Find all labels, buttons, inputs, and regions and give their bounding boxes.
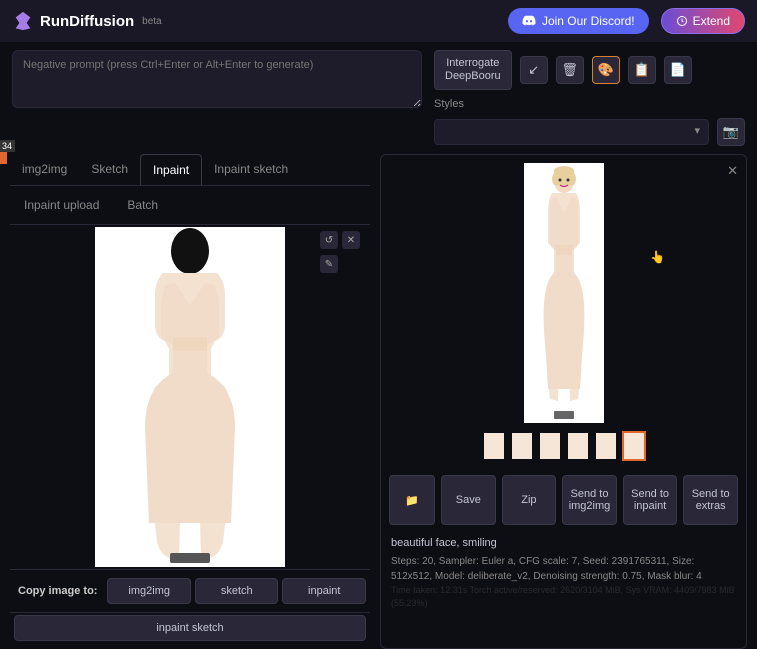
tab-inpaint[interactable]: Inpaint [140,154,202,185]
thumbnail[interactable] [484,433,504,459]
subtab-inpaint-upload[interactable]: Inpaint upload [10,192,113,218]
styles-select[interactable] [434,119,709,145]
close-icon[interactable]: ✕ [727,163,738,179]
thumbnail[interactable] [540,433,560,459]
gen-timing: Time taken: 12.31s Torch active/reserved… [391,584,736,611]
save-button[interactable]: Save [441,475,496,525]
generation-info: beautiful face, smiling Steps: 20, Sampl… [389,531,738,615]
tab-inpaint-sketch[interactable]: Inpaint sketch [202,154,300,185]
extend-button[interactable]: Extend [661,8,745,34]
output-thumbnails [389,423,738,469]
copy-to-img2img-button[interactable]: img2img [107,578,191,604]
prompt-text: beautiful face, smiling [391,535,736,552]
zip-button[interactable]: Zip [502,475,557,525]
output-image[interactable] [524,163,604,423]
clock-icon [676,15,688,27]
logo: RunDiffusion beta [12,10,162,32]
output-pane: ✕ 📁 Save Z [380,154,747,649]
styles-label: Styles [434,98,464,110]
inpaint-canvas[interactable]: ↺ ✕ ✎ [10,224,370,569]
copy-image-label: Copy image to: [14,585,101,597]
folder-icon: 📁 [405,494,419,507]
tab-sketch[interactable]: Sketch [79,154,140,185]
discord-icon [522,14,536,28]
left-pane: img2img Sketch Inpaint Inpaint sketch In… [10,154,370,649]
open-folder-button[interactable]: 📁 [389,475,435,525]
trash-icon[interactable]: 🗑 [556,56,584,84]
file-icon[interactable]: 📄 [664,56,692,84]
send-to-extras-button[interactable]: Send to extras [683,475,738,525]
clipboard-icon[interactable]: 📋 [628,56,656,84]
send-to-img2img-button[interactable]: Send to img2img [562,475,617,525]
subtab-batch[interactable]: Batch [113,192,172,218]
thumbnail[interactable] [512,433,532,459]
thumbnail[interactable] [568,433,588,459]
thumbnail[interactable] [596,433,616,459]
edge-badge: 34 [0,140,15,164]
thumbnail[interactable] [624,433,644,459]
negative-prompt-input[interactable] [12,50,422,108]
copy-to-sketch-button[interactable]: sketch [195,578,279,604]
clear-icon[interactable]: ✕ [342,231,360,249]
mode-tabs: img2img Sketch Inpaint Inpaint sketch [10,154,370,186]
expand-icon[interactable]: ↙ [520,56,548,84]
palette-icon[interactable]: 🎨 [592,56,620,84]
copy-to-inpaint-sketch-button[interactable]: inpaint sketch [14,615,366,641]
beta-label: beta [142,16,161,27]
logo-icon [12,10,34,32]
copy-to-inpaint-button[interactable]: inpaint [282,578,366,604]
discord-button[interactable]: Join Our Discord! [508,8,649,34]
brush-icon[interactable]: ✎ [320,255,338,273]
canvas-image[interactable] [95,227,285,567]
undo-icon[interactable]: ↺ [320,231,338,249]
logo-text: RunDiffusion [40,13,134,30]
tab-img2img[interactable]: img2img [10,154,79,185]
apply-styles-icon[interactable]: 📷 [717,118,745,146]
app-header: RunDiffusion beta Join Our Discord! Exte… [0,0,757,42]
gen-params: Steps: 20, Sampler: Euler a, CFG scale: … [391,554,736,584]
send-to-inpaint-button[interactable]: Send to inpaint [623,475,678,525]
interrogate-deepbooru-button[interactable]: Interrogate DeepBooru [434,50,512,90]
